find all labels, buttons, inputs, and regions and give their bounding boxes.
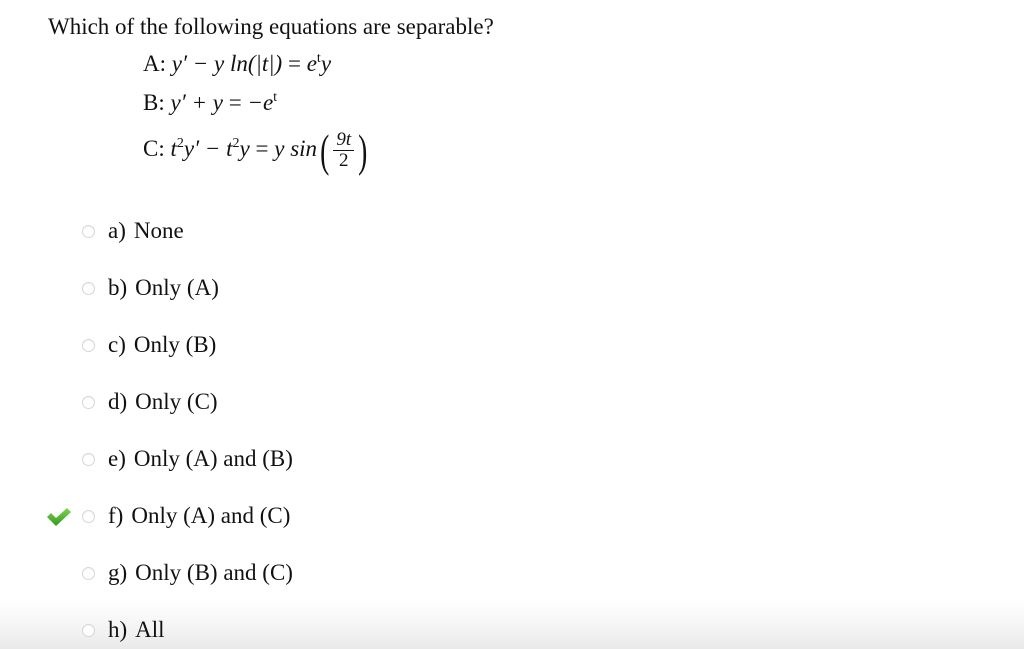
equation-c: C: t2y′ − t2y = y sin(9t 2) bbox=[143, 124, 368, 176]
option-letter: g) bbox=[108, 560, 128, 585]
radio-button[interactable] bbox=[82, 623, 95, 637]
equation-a: A: y′ − y ln(|t|) = ety bbox=[143, 51, 332, 76]
option-letter: f) bbox=[108, 503, 124, 528]
exponent: 2 bbox=[232, 135, 240, 151]
equation-term: y bbox=[239, 135, 250, 161]
option-g[interactable]: g) Only (B) and (C) bbox=[82, 558, 293, 588]
equation-b: B: y′ + y = −et bbox=[143, 90, 278, 115]
equation-label: A: bbox=[143, 51, 166, 76]
option-h[interactable]: h) All bbox=[82, 615, 165, 645]
option-letter: e) bbox=[108, 446, 126, 471]
option-f[interactable]: f) Only (A) and (C) bbox=[82, 501, 290, 531]
option-text: All bbox=[135, 617, 165, 642]
exponent: 2 bbox=[176, 135, 184, 151]
radio-button[interactable] bbox=[82, 224, 95, 238]
radio-button[interactable] bbox=[82, 338, 95, 352]
fraction-denominator: 2 bbox=[339, 150, 349, 171]
option-a[interactable]: a) None bbox=[82, 216, 184, 246]
correct-check-icon bbox=[47, 508, 71, 526]
option-text: Only (C) bbox=[135, 389, 218, 414]
exponent: t bbox=[273, 90, 278, 105]
option-text: Only (A) bbox=[135, 275, 219, 300]
radio-button[interactable] bbox=[82, 509, 95, 523]
option-b[interactable]: b) Only (A) bbox=[82, 273, 219, 303]
left-paren: ( bbox=[320, 124, 330, 176]
equation-lhs: y′ + y bbox=[170, 90, 223, 115]
equation-label: C: bbox=[143, 135, 165, 161]
radio-button[interactable] bbox=[82, 395, 95, 409]
equation-rhs: y sin bbox=[274, 135, 318, 161]
option-letter: b) bbox=[108, 275, 128, 300]
equation-rhs: −e bbox=[247, 90, 274, 115]
equation-label: B: bbox=[143, 90, 165, 115]
fraction-numerator: 9t bbox=[333, 130, 355, 151]
option-text: None bbox=[133, 218, 184, 243]
equation-term: y′ − t bbox=[183, 135, 233, 161]
option-text: Only (A) and (C) bbox=[131, 503, 291, 528]
option-letter: c) bbox=[108, 332, 126, 357]
right-paren: ) bbox=[358, 124, 368, 176]
option-c[interactable]: c) Only (B) bbox=[82, 330, 216, 360]
option-text: Only (B) and (C) bbox=[135, 560, 293, 585]
option-text: Only (B) bbox=[133, 332, 217, 357]
option-letter: d) bbox=[108, 389, 128, 414]
question-text: Which of the following equations are sep… bbox=[48, 14, 494, 39]
equation-rhs: e bbox=[306, 51, 317, 76]
option-text: Only (A) and (B) bbox=[133, 446, 293, 471]
radio-button[interactable] bbox=[82, 566, 95, 580]
radio-button[interactable] bbox=[82, 281, 95, 295]
option-d[interactable]: d) Only (C) bbox=[82, 387, 218, 417]
equation-lhs: y′ − y ln(|t|) bbox=[171, 51, 283, 76]
option-e[interactable]: e) Only (A) and (B) bbox=[82, 444, 293, 474]
option-letter: h) bbox=[108, 617, 128, 642]
option-letter: a) bbox=[108, 218, 126, 243]
fraction: 9t 2 bbox=[333, 130, 355, 171]
radio-button[interactable] bbox=[82, 452, 95, 466]
equation-rhs-tail: y bbox=[320, 51, 332, 76]
